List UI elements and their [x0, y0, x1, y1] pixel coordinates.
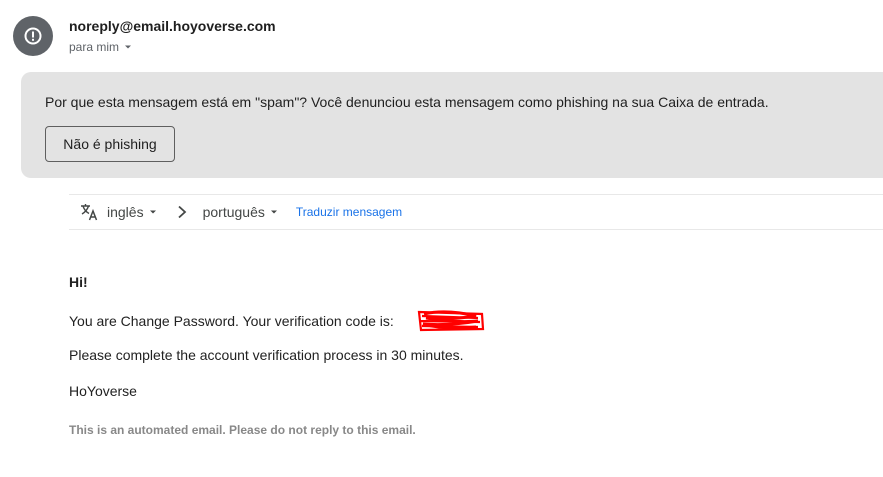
automated-email-notice: This is an automated email. Please do no…	[69, 423, 416, 437]
target-language-label: português	[202, 204, 265, 220]
chevron-right-icon	[176, 205, 188, 219]
recipient-label: para mim	[69, 40, 120, 54]
caret-down-icon	[149, 210, 156, 214]
caret-down-icon	[270, 210, 277, 214]
email-signature: HoYoverse	[69, 383, 137, 399]
source-language-select[interactable]: inglês	[107, 204, 158, 220]
translate-bar: inglês português Traduzir mensagem	[69, 194, 883, 230]
spam-warning-explanation: Você denunciou esta mensagem como phishi…	[307, 94, 769, 110]
spam-warning-text: Por que esta mensagem está em "spam"? Vo…	[45, 94, 769, 110]
spam-warning-banner: Por que esta mensagem está em "spam"? Vo…	[21, 72, 883, 178]
translate-message-link[interactable]: Traduzir mensagem	[296, 205, 402, 219]
target-language-select[interactable]: português	[203, 204, 279, 220]
translate-button[interactable]	[79, 202, 99, 222]
verification-code-line: You are Change Password. Your verificati…	[69, 313, 394, 329]
email-greeting: Hi!	[69, 274, 88, 290]
spam-warning-question: Por que esta mensagem está em "spam"?	[45, 94, 308, 110]
redacted-verification-code	[417, 310, 485, 332]
caret-down-icon	[125, 45, 132, 49]
verification-instruction: Please complete the account verification…	[69, 347, 464, 363]
translate-icon	[81, 204, 98, 221]
sender-avatar[interactable]	[13, 16, 53, 56]
source-language-label: inglês	[107, 204, 144, 220]
not-phishing-button[interactable]: Não é phishing	[45, 126, 175, 162]
recipient-details-toggle[interactable]: para mim	[69, 40, 133, 54]
exclamation-icon	[24, 27, 42, 45]
sender-email: noreply@email.hoyoverse.com	[69, 18, 276, 34]
